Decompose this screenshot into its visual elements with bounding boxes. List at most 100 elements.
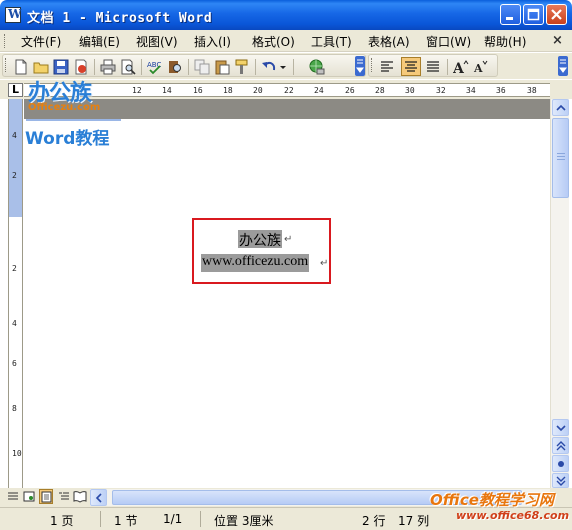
menu-edit[interactable]: 编辑(E) [79,33,120,50]
ruler-tick: 22 [284,86,294,95]
align-center-button[interactable] [401,57,421,76]
paste-icon[interactable] [214,59,230,75]
scroll-left-icon [95,493,102,503]
menu-tools[interactable]: 工具(T) [311,33,352,50]
corner-watermark: Office教程学习网 www.office68.com [430,488,570,528]
formatting-toolbar: A A [368,54,498,77]
save-icon[interactable] [53,59,69,75]
word-app-icon[interactable] [5,7,21,23]
permission-icon[interactable] [73,59,89,75]
ruler-tick: 4 [12,131,17,140]
justify-icon[interactable] [425,59,441,75]
status-separator [100,511,101,527]
next-page-icon [556,476,566,486]
document-line-2[interactable]: www.officezu.com [201,254,310,272]
toolbar-options-icon[interactable] [558,56,568,76]
toolbar-options-icon[interactable] [355,56,365,76]
toolbar-grip[interactable] [371,58,374,72]
menu-grip[interactable] [4,34,7,48]
ruler-tick: 24 [314,86,324,95]
horizontal-ruler[interactable]: 12 14 16 18 20 22 24 26 28 30 32 34 36 3… [24,83,550,97]
ruler-tick: 32 [436,86,446,95]
select-browse-object-button[interactable] [552,455,569,472]
menu-window[interactable]: 窗口(W) [426,33,471,50]
outline-view-icon[interactable] [57,489,71,504]
format-painter-icon[interactable] [234,59,250,75]
vertical-ruler[interactable]: 4 2 2 4 6 8 10 [8,99,23,488]
tab-selector[interactable] [8,83,23,97]
vertical-scrollbar[interactable] [550,99,569,488]
toolbar-grip[interactable] [5,58,8,72]
close-button[interactable] [546,4,567,25]
print-layout-view-icon [41,491,52,503]
grow-font-icon[interactable]: A [453,59,469,75]
thumb-grip [557,159,565,160]
scroll-left-button[interactable] [90,489,107,506]
menu-format[interactable]: 格式(O) [252,33,295,50]
shrink-font-icon[interactable]: A [473,59,489,75]
maximize-button[interactable] [523,4,544,25]
menu-help[interactable]: 帮助(H) [484,33,526,50]
site-logo-url: Officezu.com [28,102,101,113]
align-center-icon [405,61,417,72]
scroll-down-icon [556,425,566,432]
undo-dropdown-icon[interactable] [279,59,287,75]
browse-object-icon [558,461,564,467]
menu-view[interactable]: 视图(V) [136,33,178,50]
previous-page-button[interactable] [552,437,569,454]
toolbar-separator [447,59,448,75]
scroll-up-icon [556,104,566,111]
scroll-down-button[interactable] [552,419,569,436]
copy-icon[interactable] [194,59,210,75]
vertical-scroll-thumb[interactable] [552,118,569,198]
reading-layout-view-icon[interactable] [73,489,87,504]
new-document-icon[interactable] [13,59,29,75]
print-layout-view-button[interactable] [39,489,53,504]
minimize-button[interactable] [500,4,521,25]
menu-table[interactable]: 表格(A) [368,33,410,50]
status-page: 1 页 [50,514,74,528]
ruler-tick: 2 [12,264,17,273]
web-layout-view-icon[interactable] [22,489,36,504]
ruler-tick: 4 [12,319,17,328]
ruler-tick: 20 [253,86,263,95]
ruler-tick: 10 [12,449,22,458]
paragraph-mark: ↵ [320,258,329,269]
status-separator [200,511,201,527]
document-area[interactable]: 4 2 2 4 6 8 10 [0,99,550,488]
toolbar-separator [188,59,189,75]
document-line-1[interactable]: 办公族 [238,230,282,249]
page-top-band [24,99,550,119]
undo-icon[interactable] [261,59,277,75]
align-left-icon[interactable] [379,59,395,75]
menu-insert[interactable]: 插入(I) [194,33,231,50]
thumb-grip [557,153,565,154]
vertical-ruler-margin [9,99,22,217]
next-page-button[interactable] [552,473,569,488]
print-icon[interactable] [100,59,116,75]
thumb-grip [557,156,565,157]
status-line: 2 行 [362,514,386,528]
close-icon [551,9,562,20]
spelling-icon[interactable]: ABC [147,59,163,75]
scroll-up-button[interactable] [552,99,569,116]
menu-file[interactable]: 文件(F) [21,33,61,50]
ruler-tick: 16 [193,86,203,95]
ruler-tick: 14 [162,86,172,95]
toolbar-separator [141,59,142,75]
ruler-tick: 34 [466,86,476,95]
open-folder-icon[interactable] [33,59,49,75]
menu-bar: 文件(F) 编辑(E) 视图(V) 插入(I) 格式(O) 工具(T) 表格(A… [0,30,572,52]
ruler-tick: 18 [223,86,233,95]
print-preview-icon[interactable] [120,59,136,75]
hyperlink-globe-icon[interactable] [309,59,325,75]
ruler-tick: 6 [12,359,17,368]
document-close-icon[interactable]: × [552,33,563,48]
status-page-of: 1/1 [163,512,183,526]
normal-view-icon[interactable] [6,489,20,504]
site-logo-subtitle: Word教程 [25,129,110,149]
logo-divider [26,119,121,121]
watermark-title: Office教程学习网 [430,491,554,509]
ruler-tick: 38 [527,86,537,95]
research-icon[interactable] [167,59,183,75]
